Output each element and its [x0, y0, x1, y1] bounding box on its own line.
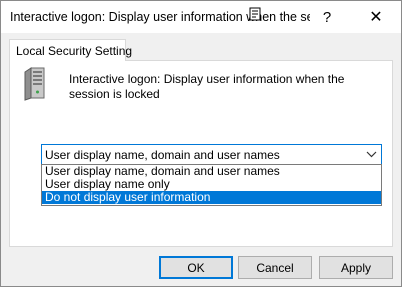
chevron-down-icon[interactable]	[366, 149, 377, 160]
properties-dialog: Interactive logon: Display user informat…	[0, 0, 402, 287]
ok-button[interactable]: OK	[159, 256, 233, 279]
policy-description: Interactive logon: Display user informat…	[69, 72, 345, 101]
window-title: Interactive logon: Display user informat…	[10, 10, 310, 24]
help-icon: ?	[322, 8, 332, 26]
close-button[interactable]: ✕	[355, 1, 397, 33]
combo-dropdown-list: User display name, domain and user names…	[41, 164, 382, 206]
apply-button[interactable]: Apply	[319, 256, 393, 279]
title-bar[interactable]: Interactive logon: Display user informat…	[1, 1, 401, 33]
dropdown-option-highlighted[interactable]: Do not display user information	[42, 191, 381, 204]
cancel-button[interactable]: Cancel	[238, 256, 312, 279]
move-cursor-icon	[249, 7, 261, 21]
close-icon: ✕	[369, 9, 383, 26]
policy-value-combobox[interactable]: User display name, domain and user names	[41, 144, 382, 165]
tab-label: Local Security Setting	[16, 44, 133, 58]
server-icon	[24, 67, 45, 101]
help-button[interactable]: ?	[306, 1, 348, 33]
tab-local-security-setting[interactable]: Local Security Setting	[9, 39, 132, 61]
combo-selected-value: User display name, domain and user names	[45, 148, 280, 162]
